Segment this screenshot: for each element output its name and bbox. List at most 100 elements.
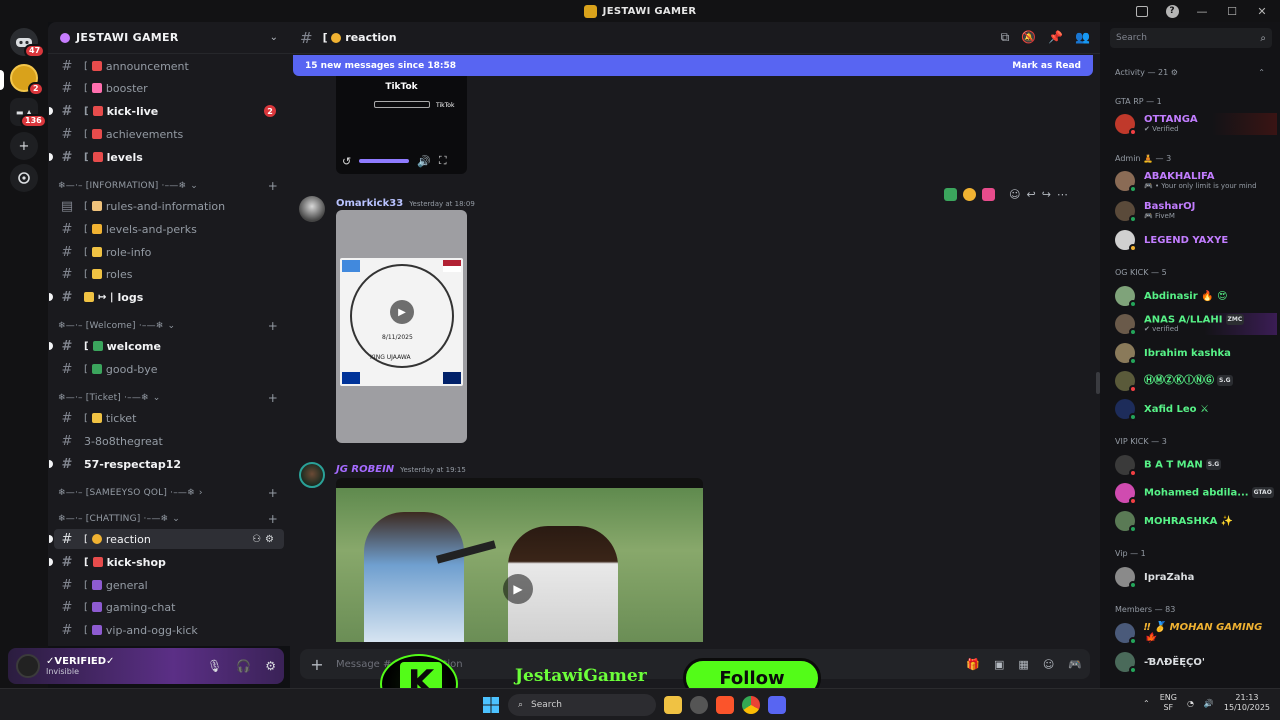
channel-good-bye[interactable]: #[good-bye (54, 359, 284, 379)
channel-gaming-chat[interactable]: #[gaming-chat (54, 597, 284, 617)
member-row[interactable]: B A T MAN S.G (1115, 454, 1275, 477)
channel-ticket[interactable]: #[ticket (54, 408, 284, 428)
avatar[interactable] (299, 196, 325, 222)
more-icon[interactable]: ⋯ (1057, 188, 1068, 201)
channel-roles[interactable]: #[roles (54, 264, 284, 284)
steam-icon[interactable] (690, 696, 708, 714)
add-reaction-icon[interactable]: ☺ (1009, 188, 1020, 201)
channel-booster[interactable]: #[booster (54, 78, 284, 98)
category-ticket[interactable]: ❄—·– [Ticket] ·–—❄ ⌄ + (58, 390, 282, 406)
add-channel-icon[interactable]: + (268, 391, 278, 405)
play-icon[interactable]: ▶ (503, 574, 533, 604)
gift-icon[interactable]: 🎁 (966, 658, 980, 671)
volume-icon[interactable]: 🔊 (1204, 699, 1214, 708)
guild-header[interactable]: JESTAWI GAMER ⌄ (48, 22, 290, 54)
message-author[interactable]: Omarkick33 Yesterday at 18:09 (336, 198, 475, 209)
brave-icon[interactable] (716, 696, 734, 714)
avatar[interactable] (16, 654, 40, 678)
channel-kick-live[interactable]: #[kick-live 2 (49, 101, 284, 121)
microphone-icon[interactable]: 🎙 (207, 659, 222, 673)
add-server-icon[interactable]: + (10, 132, 38, 160)
apps-icon[interactable]: 🎮 (1068, 658, 1082, 671)
channel-announcement[interactable]: #[announcement (54, 56, 284, 76)
chevron-up-icon[interactable]: ⌃ (1258, 68, 1265, 77)
pin-icon[interactable]: 📌 (1048, 30, 1063, 45)
fullscreen-icon[interactable]: ⛶ (439, 154, 447, 168)
reply-icon[interactable]: ↩ (1026, 188, 1035, 201)
hundred-reaction-icon[interactable] (982, 188, 995, 201)
chevron-down-icon[interactable]: ⌄ (270, 32, 278, 43)
chevron-up-icon[interactable]: ⌃ (1143, 699, 1150, 708)
heart-eyes-reaction-icon[interactable] (963, 188, 976, 201)
mark-as-read-button[interactable]: Mark as Read (1012, 61, 1081, 71)
emoji-icon[interactable]: ☺ (1043, 658, 1054, 671)
channel-kick-shop[interactable]: #[kick-shop (49, 552, 284, 572)
member-row[interactable]: Mohamed abdila... GTAO (1115, 482, 1275, 505)
inbox-icon[interactable] (1134, 3, 1150, 19)
check-reaction-icon[interactable] (944, 188, 957, 201)
play-icon[interactable]: ▶ (390, 300, 414, 324)
channel-achievements[interactable]: #[achievements (54, 124, 284, 144)
category-welcome[interactable]: ❄—·– [Welcome] ·–—❄ ⌄ + (58, 318, 282, 334)
add-channel-icon[interactable]: + (268, 179, 278, 193)
gear-icon[interactable]: ⚙ (265, 659, 276, 673)
channel-welcome[interactable]: #[welcome (49, 336, 284, 356)
member-row[interactable]: LEGEND YAXYE (1115, 229, 1275, 252)
member-row[interactable]: OTTANGA ✔ Verified (1115, 113, 1277, 136)
channel-57-respectap12[interactable]: #57-respectap12 (49, 454, 284, 474)
clock[interactable]: 21:13 15/10/2025 (1224, 693, 1270, 713)
add-channel-icon[interactable]: + (268, 319, 278, 333)
category-information[interactable]: ❄—·– [INFORMATION] ·–—❄ ⌄ + (58, 178, 282, 194)
channel-reaction[interactable]: #[reaction ⚇⚙ (49, 529, 284, 549)
video-progress[interactable] (359, 159, 410, 163)
channel-settings-icon[interactable]: ⚇⚙ (252, 534, 278, 545)
new-messages-bar[interactable]: 15 new messages since 18:58 Mark as Read (293, 55, 1093, 76)
maximize-button[interactable]: ☐ (1224, 3, 1240, 19)
member-row[interactable]: BasharOJ 🎮 FiveM (1115, 200, 1275, 223)
member-row[interactable]: Xafid Leo ⚔ (1115, 398, 1275, 421)
message-author[interactable]: JG ROBEIN Yesterday at 19:15 (336, 464, 466, 475)
member-row[interactable]: ‼ 🥇 MOHAN GAMING 🍁 (1115, 622, 1275, 645)
channel-vip-and-ogg-kick[interactable]: #[vip-and-ogg-kick (54, 620, 284, 640)
channel-rules-and-information[interactable]: ▤[rules-and-information (54, 196, 284, 216)
sticker-icon[interactable]: ▦ (1018, 658, 1028, 671)
server-folder-icon[interactable]: ▬ ▲ 136 (10, 98, 47, 128)
channel-general[interactable]: #[general (54, 575, 284, 595)
discover-icon[interactable] (10, 164, 38, 192)
file-explorer-icon[interactable] (664, 696, 682, 714)
server-jestawi-gamer-icon[interactable]: 2 (10, 64, 44, 96)
threads-icon[interactable]: ⧉ (1001, 30, 1010, 45)
member-row[interactable]: IpraZaha (1115, 566, 1275, 589)
attach-plus-icon[interactable]: + (308, 655, 326, 674)
close-button[interactable]: ✕ (1254, 3, 1270, 19)
member-row[interactable]: -ƁΛĐËĘÇO' (1115, 651, 1275, 674)
mute-bell-icon[interactable]: 🔕 (1021, 30, 1036, 45)
video-embed[interactable]: ▶ (336, 478, 703, 642)
volume-icon[interactable]: 🔊 (417, 155, 431, 168)
member-row[interactable]: ANAS A/LLAHI ZMC ✔ verified (1115, 313, 1277, 336)
wifi-icon[interactable]: ◔ (1187, 699, 1194, 708)
add-channel-icon[interactable]: + (268, 512, 278, 526)
member-row[interactable]: ABAKHALIFA 🎮 • Your only limit is your mi… (1115, 170, 1275, 193)
chrome-icon[interactable] (742, 696, 760, 714)
member-row[interactable]: MOHRASHKA ✨ (1115, 510, 1275, 533)
channel-3-8o8thegreat[interactable]: #3-8o8thegreat (54, 431, 284, 451)
category-sameeyso-qol[interactable]: ❄—·– [SAMEEYSO QOL] ·–—❄ › + (58, 485, 282, 501)
windows-start-icon[interactable] (483, 697, 499, 713)
member-row[interactable]: Ibrahim kashka (1115, 342, 1275, 365)
discord-icon[interactable] (768, 696, 786, 714)
image-embed[interactable]: ▶ 8/11/2025 KING UJAAWA (336, 210, 467, 443)
channel-levels[interactable]: #[levels (49, 147, 284, 167)
taskbar-search[interactable]: ⌕ Search (508, 694, 656, 716)
video-embed[interactable]: TikTok TikTok ↺ 🔊 ⛶ (336, 76, 467, 174)
member-row[interactable]: ⒽⓂⓏⓀⒾⓃⒼ S.G (1115, 370, 1275, 393)
minimize-button[interactable]: — (1194, 3, 1210, 19)
add-channel-icon[interactable]: + (268, 486, 278, 500)
replay-icon[interactable]: ↺ (342, 155, 351, 168)
search-input[interactable]: Search ⌕ (1110, 28, 1272, 48)
help-icon[interactable]: ? (1164, 3, 1180, 19)
headphones-icon[interactable]: 🎧 (236, 659, 251, 673)
channel-role-info[interactable]: #[role-info (54, 242, 284, 262)
direct-messages-icon[interactable]: 47 (10, 28, 46, 58)
forward-icon[interactable]: ↪ (1042, 188, 1051, 201)
